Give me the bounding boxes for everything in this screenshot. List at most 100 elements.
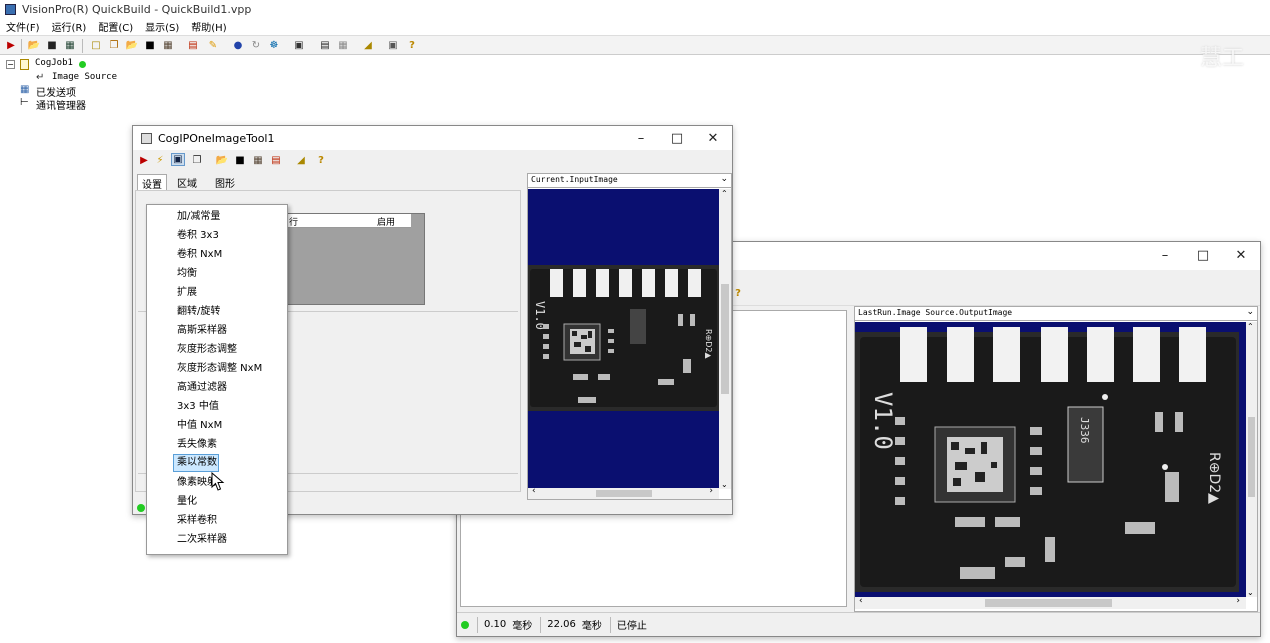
display-selector-label: LastRun.Image Source.OutputImage xyxy=(858,308,1013,317)
main-toolbar: ▶ 📂 ■ ▦ □ ❐ 📂 ■ ▦ ▤ ✎ ● ↻ ☸ ▣ ▤ ▦ ◢ ▣ ? xyxy=(0,35,1270,55)
menu-item-median-3x3[interactable]: 3x3 中值 xyxy=(149,397,285,416)
run-icon[interactable]: ▶ xyxy=(137,154,151,167)
menu-item-gaussian-sampler[interactable]: 高斯采样器 xyxy=(149,321,285,340)
app-title: VisionPro(R) QuickBuild - QuickBuild1.vp… xyxy=(22,2,252,16)
part-label: J336 xyxy=(1078,417,1091,444)
job-tree: − CogJob1 ↵ Image Source ▦ 已发送项 ⊢ 通讯管理器 xyxy=(6,58,206,118)
tool-icon xyxy=(141,132,152,144)
new-job-icon[interactable]: □ xyxy=(89,39,103,52)
calculator-icon[interactable]: ▣ xyxy=(292,39,306,52)
watermark: 慧工 xyxy=(1200,46,1245,71)
maximize-button[interactable]: □ xyxy=(1185,244,1221,266)
menu-item-median-nxm[interactable]: 中值 NxM xyxy=(149,416,285,435)
tab-settings[interactable]: 设置 xyxy=(137,174,167,191)
tab-region[interactable]: 区域 xyxy=(177,175,197,190)
list-header-enabled: 启用 xyxy=(377,218,396,228)
menu-item-grey-morphology[interactable]: 灰度形态调整 xyxy=(149,340,285,359)
network-icon[interactable]: ☸ xyxy=(267,39,281,52)
menu-run[interactable]: 运行(R) xyxy=(52,19,87,34)
menu-item-high-pass[interactable]: 高通过滤器 xyxy=(149,378,285,397)
horizontal-scrollbar[interactable]: ‹ › xyxy=(855,596,1246,609)
job-status-icon xyxy=(79,61,86,68)
tree-expand-icon[interactable]: − xyxy=(6,60,15,69)
menu-help[interactable]: 帮助(H) xyxy=(191,19,226,34)
close-button[interactable]: ✕ xyxy=(695,127,731,149)
menu-item-quantize[interactable]: 量化 xyxy=(149,492,285,511)
vertical-scrollbar[interactable]: ⌃ ⌄ xyxy=(1246,322,1257,597)
help-icon[interactable]: ? xyxy=(405,39,419,52)
display-selector-label: Current.InputImage xyxy=(531,175,618,184)
job-label[interactable]: CogJob1 xyxy=(35,58,73,68)
chevron-down-icon: ⌄ xyxy=(720,174,728,184)
image-source-label[interactable]: Image Source xyxy=(52,72,117,82)
display-selector[interactable]: LastRun.Image Source.OutputImage ⌄ xyxy=(855,307,1257,321)
list-header-row: 行 xyxy=(289,218,299,228)
electric-icon[interactable]: ⚡ xyxy=(153,154,167,167)
menu-item-multiply-constant[interactable]: 乘以常数 xyxy=(173,454,219,472)
status-ok-icon xyxy=(461,620,469,629)
open-folder-icon[interactable]: 📂 xyxy=(215,154,229,167)
edit-icon[interactable]: ✎ xyxy=(206,39,220,52)
job-tools-icon[interactable]: ▦ xyxy=(161,39,175,52)
display-toggle-icon[interactable]: ▣ xyxy=(171,153,185,166)
save-icon[interactable]: ■ xyxy=(45,39,59,52)
menu-item-subsampler[interactable]: 二次采样器 xyxy=(149,530,285,549)
link-icon[interactable]: ● xyxy=(231,39,245,52)
menu-item-sample-convolution[interactable]: 采样卷积 xyxy=(149,511,285,530)
tools-icon[interactable]: ▦ xyxy=(251,154,265,167)
refresh-icon[interactable]: ↻ xyxy=(249,39,263,52)
menu-item-equalize[interactable]: 均衡 xyxy=(149,264,285,283)
grid-icon[interactable]: ▦ xyxy=(336,39,350,52)
minimize-button[interactable]: – xyxy=(1147,244,1183,266)
close-button[interactable]: ✕ xyxy=(1223,244,1259,266)
results-icon[interactable]: ▤ xyxy=(318,39,332,52)
run-icon[interactable]: ▶ xyxy=(4,39,18,52)
minimize-button[interactable]: – xyxy=(623,127,659,149)
status-bar: 0.10 毫秒 22.06 毫秒 已停止 xyxy=(457,612,1260,636)
menu-file[interactable]: 文件(F) xyxy=(6,19,40,34)
tool-toolbar: ▶ ⚡ ▣ ❐ 📂 ■ ▦ ▤ ◢ ? xyxy=(133,151,732,171)
chart-icon[interactable]: ◢ xyxy=(294,154,308,167)
save-icon[interactable]: ■ xyxy=(233,154,247,167)
menu-item-missing-pixels[interactable]: 丢失像素 xyxy=(149,435,285,454)
menu-item-expand[interactable]: 扩展 xyxy=(149,283,285,302)
horizontal-scrollbar[interactable]: ‹ › xyxy=(528,486,719,499)
open-job-icon[interactable]: 📂 xyxy=(125,39,139,52)
menu-item-convolution-nxm[interactable]: 卷积 NxM xyxy=(149,245,285,264)
settings-icon[interactable]: ▣ xyxy=(386,39,400,52)
input-image: V1.0 R⊕D2▲ xyxy=(528,189,719,489)
part-marking-small: R⊕D2▲ xyxy=(704,329,713,360)
copy-icon[interactable]: ❐ xyxy=(107,39,121,52)
display-selector[interactable]: Current.InputImage ⌄ xyxy=(528,174,731,188)
image-source-icon[interactable]: ▤ xyxy=(269,154,283,167)
chart-icon[interactable]: ◢ xyxy=(361,39,375,52)
open-folder-icon[interactable]: 📂 xyxy=(27,39,41,52)
vertical-scrollbar[interactable]: ⌃ ⌄ xyxy=(719,189,731,489)
mouse-cursor-icon xyxy=(211,472,225,491)
total-time-unit: 毫秒 xyxy=(581,621,602,632)
maximize-button[interactable]: □ xyxy=(659,127,695,149)
menu-view[interactable]: 显示(S) xyxy=(145,19,179,34)
tab-graphics[interactable]: 图形 xyxy=(215,175,235,190)
windows-icon[interactable]: ❐ xyxy=(190,154,204,167)
comm-manager-icon: ⊢ xyxy=(20,97,29,108)
menu-item-convolution-3x3[interactable]: 卷积 3x3 xyxy=(149,226,285,245)
image-source-icon[interactable]: ▤ xyxy=(186,39,200,52)
comm-manager-label[interactable]: 通讯管理器 xyxy=(36,97,86,112)
menu-item-grey-morphology-nxm[interactable]: 灰度形态调整 NxM xyxy=(149,359,285,378)
tools-icon[interactable]: ▦ xyxy=(63,39,77,52)
tool-window-title: CogIPOneImageTool1 xyxy=(158,131,275,145)
help-icon[interactable]: ? xyxy=(731,287,745,300)
menu-item-flip-rotate[interactable]: 翻转/旋转 xyxy=(149,302,285,321)
menu-config[interactable]: 配置(C) xyxy=(98,19,133,34)
app-icon xyxy=(5,3,16,15)
tool-window-titlebar: CogIPOneImageTool1 – □ ✕ xyxy=(133,126,732,150)
total-time: 22.06 xyxy=(547,619,576,630)
help-icon[interactable]: ? xyxy=(314,154,328,167)
save-job-icon[interactable]: ■ xyxy=(143,39,157,52)
run-state: 已停止 xyxy=(616,621,647,632)
menu-item-add-constant[interactable]: 加/减常量 xyxy=(149,207,285,226)
board-label: V1.0 xyxy=(869,392,897,450)
output-image: V1.0 J336 R⊕D2▲ xyxy=(855,322,1246,597)
job-icon xyxy=(20,59,29,70)
